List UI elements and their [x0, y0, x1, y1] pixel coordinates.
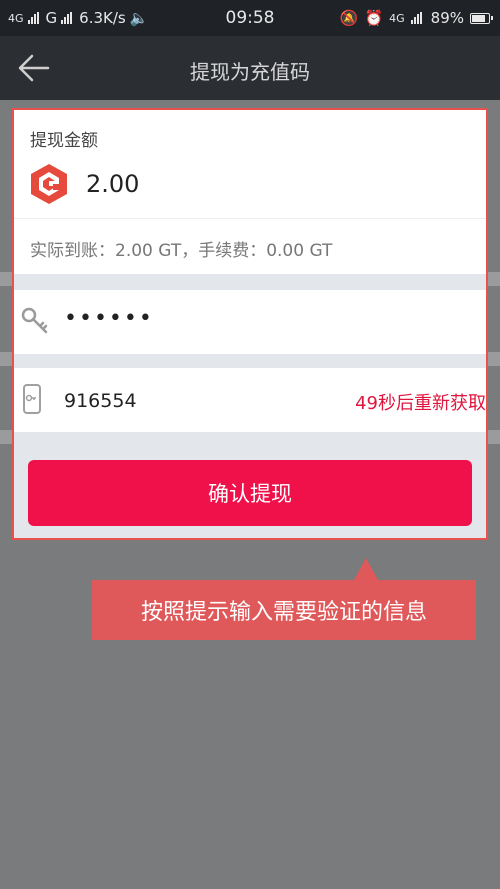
key-icon — [21, 307, 48, 334]
title-bar: 提现为充值码 — [0, 36, 500, 100]
gt-logo-icon — [31, 164, 67, 204]
side-strip — [0, 272, 12, 286]
verification-code-value: 916554 — [64, 390, 137, 412]
hint-tooltip: 按照提示输入需要验证的信息 — [92, 580, 476, 640]
resend-code-button[interactable]: 49秒后重新获取 — [355, 389, 486, 415]
divider — [14, 218, 486, 219]
side-strip — [488, 272, 500, 286]
confirm-withdraw-button[interactable]: 确认提现 — [28, 460, 472, 526]
amount-card: 提现金额 2.00 实际到账：2.00 GT，手续费：0.00 GT — [14, 110, 486, 274]
verification-code-field[interactable]: 916554 49秒后重新获取 — [14, 368, 486, 432]
side-strip — [0, 352, 12, 366]
password-value: •••••• — [64, 306, 154, 331]
battery-icon — [470, 12, 493, 24]
alarm-icon: ⏰ — [364, 9, 384, 27]
side-strip — [0, 430, 12, 444]
withdraw-form-highlight: 提现金额 2.00 实际到账：2.00 GT，手续费：0.00 GT •••••… — [12, 108, 488, 540]
phone-icon — [23, 384, 41, 414]
side-strip — [488, 430, 500, 444]
battery-percent: 89% — [430, 9, 464, 27]
status-right: 🔕 ⏰ 4G 89% — [339, 0, 493, 36]
side-strip — [488, 352, 500, 366]
page-title: 提现为充值码 — [190, 60, 310, 84]
signal-icon-3 — [410, 12, 422, 24]
status-bar: 4G G 6.3K/s 🔈 09:58 🔕 ⏰ 4G 89% — [0, 0, 500, 36]
tooltip-arrow — [354, 558, 378, 580]
password-field[interactable]: •••••• — [14, 290, 486, 354]
network-type-4g-right: 4G — [389, 11, 405, 25]
notification-off-icon: 🔕 — [339, 9, 359, 27]
amount-value: 2.00 — [86, 170, 140, 198]
amount-label: 提现金额 — [30, 131, 98, 151]
fee-info: 实际到账：2.00 GT，手续费：0.00 GT — [30, 241, 333, 261]
